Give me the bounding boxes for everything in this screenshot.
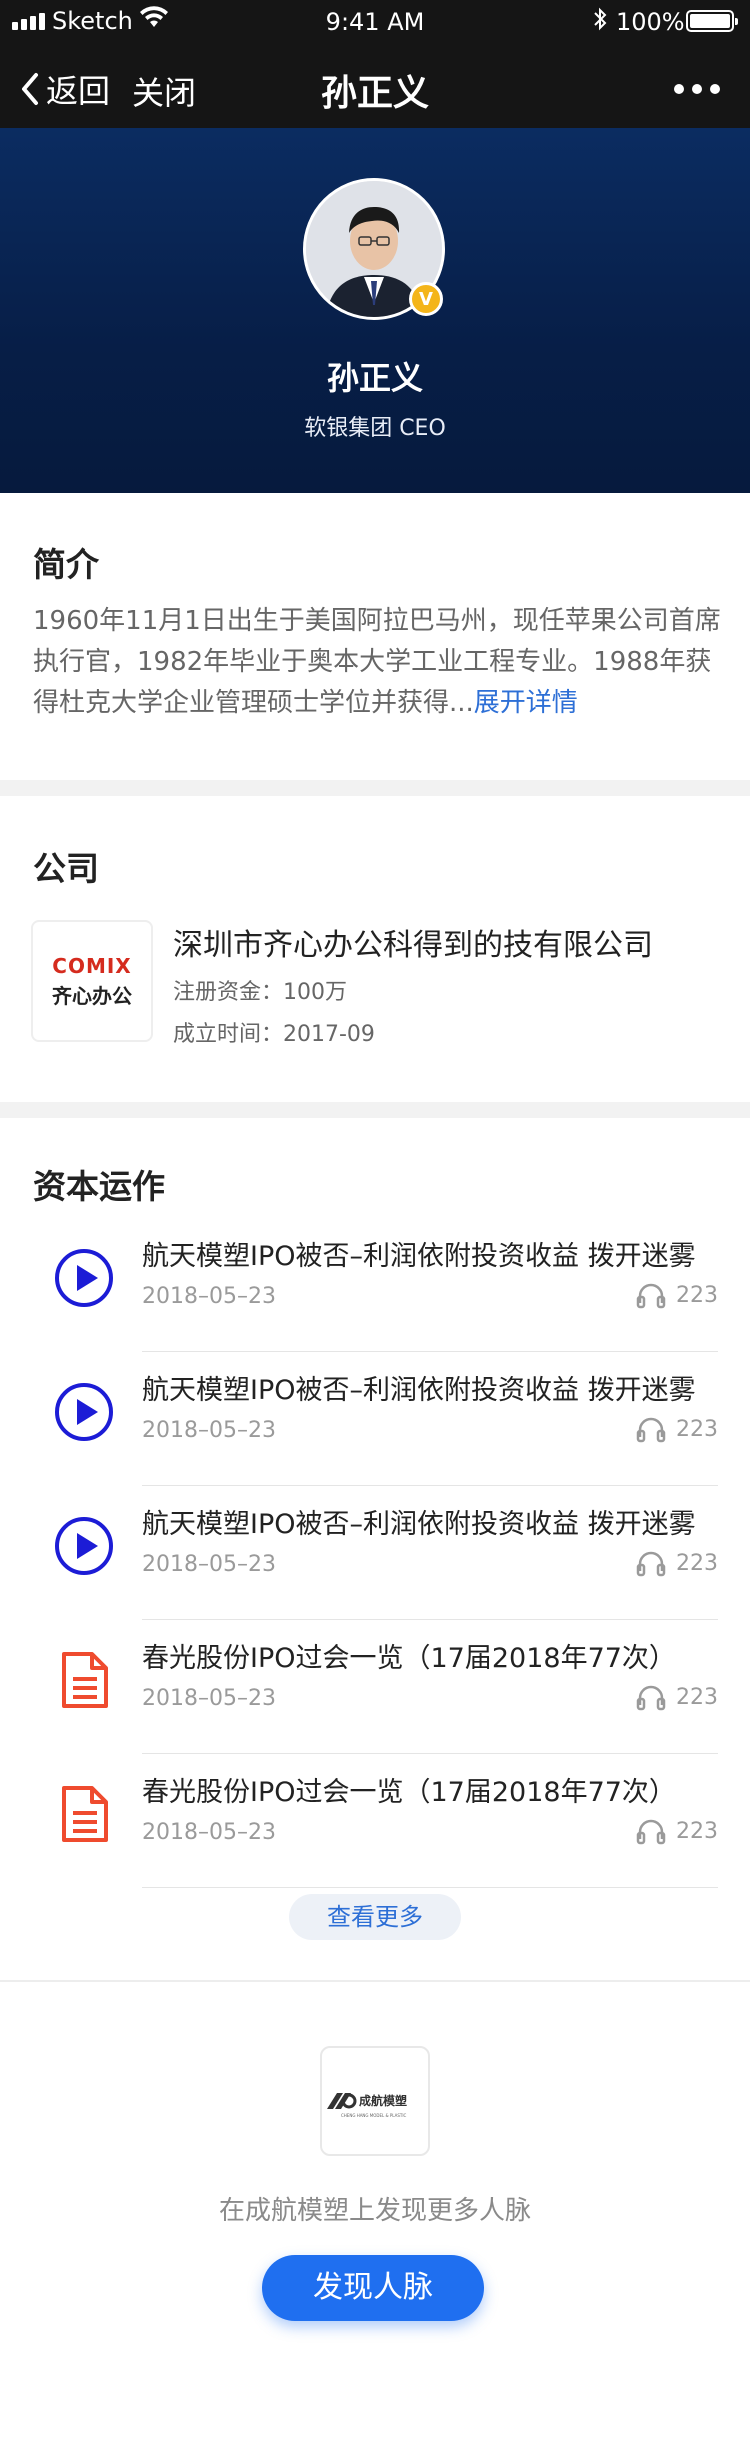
expand-details-link[interactable]: 展开详情	[474, 688, 578, 718]
section-divider	[0, 1102, 750, 1118]
headphones-icon	[636, 1417, 666, 1443]
list-item-title: 航天模塑IPO被否–利润依附投资收益 拨开迷雾	[142, 1241, 696, 1272]
profile-header: V 孙正义 软银集团 CEO	[0, 128, 750, 493]
brand-subname: CHENG HANG MODEL & PLASTIC	[341, 2113, 407, 2118]
list-item-date: 2018–05–23	[142, 1552, 276, 1577]
list-item[interactable]: 航天模塑IPO被否–利润依附投资收益 拨开迷雾 2018–05–23 223	[0, 1352, 750, 1486]
company-heading: 公司	[33, 849, 99, 888]
document-icon	[52, 1782, 116, 1846]
list-item-title: 春光股份IPO过会一览（17届2018年77次）	[142, 1643, 676, 1674]
headphones-icon	[636, 1685, 666, 1711]
page-title: 孙正义	[320, 73, 429, 114]
list-item[interactable]: 春光股份IPO过会一览（17届2018年77次） 2018–05–23 223	[0, 1620, 750, 1754]
view-more-button[interactable]: 查看更多	[289, 1894, 461, 1940]
listen-count: 223	[636, 1281, 718, 1309]
top-bar: Sketch 9:41 AM 100% 返回 关闭 孙正义	[0, 0, 750, 128]
brand-logo-mark: 成航模塑 CHENG HANG MODEL & PLASTIC	[327, 2093, 407, 2118]
status-bar: Sketch 9:41 AM 100%	[0, 0, 750, 44]
list-item-date: 2018–05–23	[142, 1686, 276, 1711]
play-icon	[52, 1380, 116, 1444]
company-capital: 注册资金：100万	[173, 980, 347, 1005]
intro-heading: 简介	[33, 545, 99, 584]
list-item-date: 2018–05–23	[142, 1418, 276, 1443]
list-item[interactable]: 航天模塑IPO被否–利润依附投资收益 拨开迷雾 2018–05–23 223	[0, 1486, 750, 1620]
listen-count-value: 223	[676, 1684, 718, 1710]
verified-badge-icon: V	[409, 282, 443, 316]
listen-count: 223	[636, 1415, 718, 1443]
company-logo-subtext: 齐心办公	[52, 983, 132, 1008]
list-item-date: 2018–05–23	[142, 1284, 276, 1309]
profile-name: 孙正义	[326, 359, 423, 397]
listen-count-value: 223	[676, 1282, 718, 1308]
footer-text: 在成航模塑上发现更多人脉	[218, 2196, 531, 2226]
play-icon	[52, 1246, 116, 1310]
company-name[interactable]: 深圳市齐心办公科得到的技有限公司	[173, 920, 653, 964]
profile-org: 软银集团 CEO	[304, 416, 446, 441]
intro-text: 1960年11月1日出生于美国阿拉巴马州，现任苹果公司首席执行官，1982年毕业…	[33, 601, 723, 724]
brand-logo[interactable]: 成航模塑 CHENG HANG MODEL & PLASTIC	[320, 2046, 430, 2156]
listen-count: 223	[636, 1549, 718, 1577]
battery-icon	[686, 10, 738, 32]
company-logo[interactable]: COMIX 齐心办公	[31, 920, 153, 1042]
bluetooth-icon	[592, 6, 608, 38]
list-item-title: 航天模塑IPO被否–利润依附投资收益 拨开迷雾	[142, 1509, 696, 1540]
avatar[interactable]: V	[303, 178, 445, 320]
list-item-date: 2018–05–23	[142, 1820, 276, 1845]
list-item-title: 航天模塑IPO被否–利润依附投资收益 拨开迷雾	[142, 1375, 696, 1406]
more-options-icon[interactable]	[674, 84, 720, 94]
headphones-icon	[636, 1819, 666, 1845]
discover-connections-button[interactable]: 发现人脉	[262, 2255, 484, 2321]
listen-count: 223	[636, 1817, 718, 1845]
company-founded: 成立时间：2017-09	[173, 1022, 375, 1047]
company-logo-text: COMIX	[52, 953, 132, 978]
headphones-icon	[636, 1283, 666, 1309]
intro-body: 1960年11月1日出生于美国阿拉巴马州，现任苹果公司首席执行官，1982年毕业…	[33, 606, 721, 718]
section-divider	[0, 780, 750, 796]
capital-heading: 资本运作	[33, 1167, 165, 1206]
list-item-divider	[142, 1887, 718, 1888]
listen-count-value: 223	[676, 1416, 718, 1442]
document-icon	[52, 1648, 116, 1712]
footer-divider	[0, 1980, 750, 1982]
listen-count-value: 223	[676, 1550, 718, 1576]
list-item[interactable]: 春光股份IPO过会一览（17届2018年77次） 2018–05–23 223	[0, 1754, 750, 1888]
listen-count: 223	[636, 1683, 718, 1711]
battery-percent: 100%	[616, 8, 685, 36]
brand-name: 成航模塑	[359, 2093, 407, 2108]
list-item-title: 春光股份IPO过会一览（17届2018年77次）	[142, 1777, 676, 1808]
nav-bar: 返回 关闭 孙正义	[0, 44, 750, 128]
listen-count-value: 223	[676, 1818, 718, 1844]
headphones-icon	[636, 1551, 666, 1577]
list-item[interactable]: 航天模塑IPO被否–利润依附投资收益 拨开迷雾 2018–05–23 223	[0, 1218, 750, 1352]
play-icon	[52, 1514, 116, 1578]
